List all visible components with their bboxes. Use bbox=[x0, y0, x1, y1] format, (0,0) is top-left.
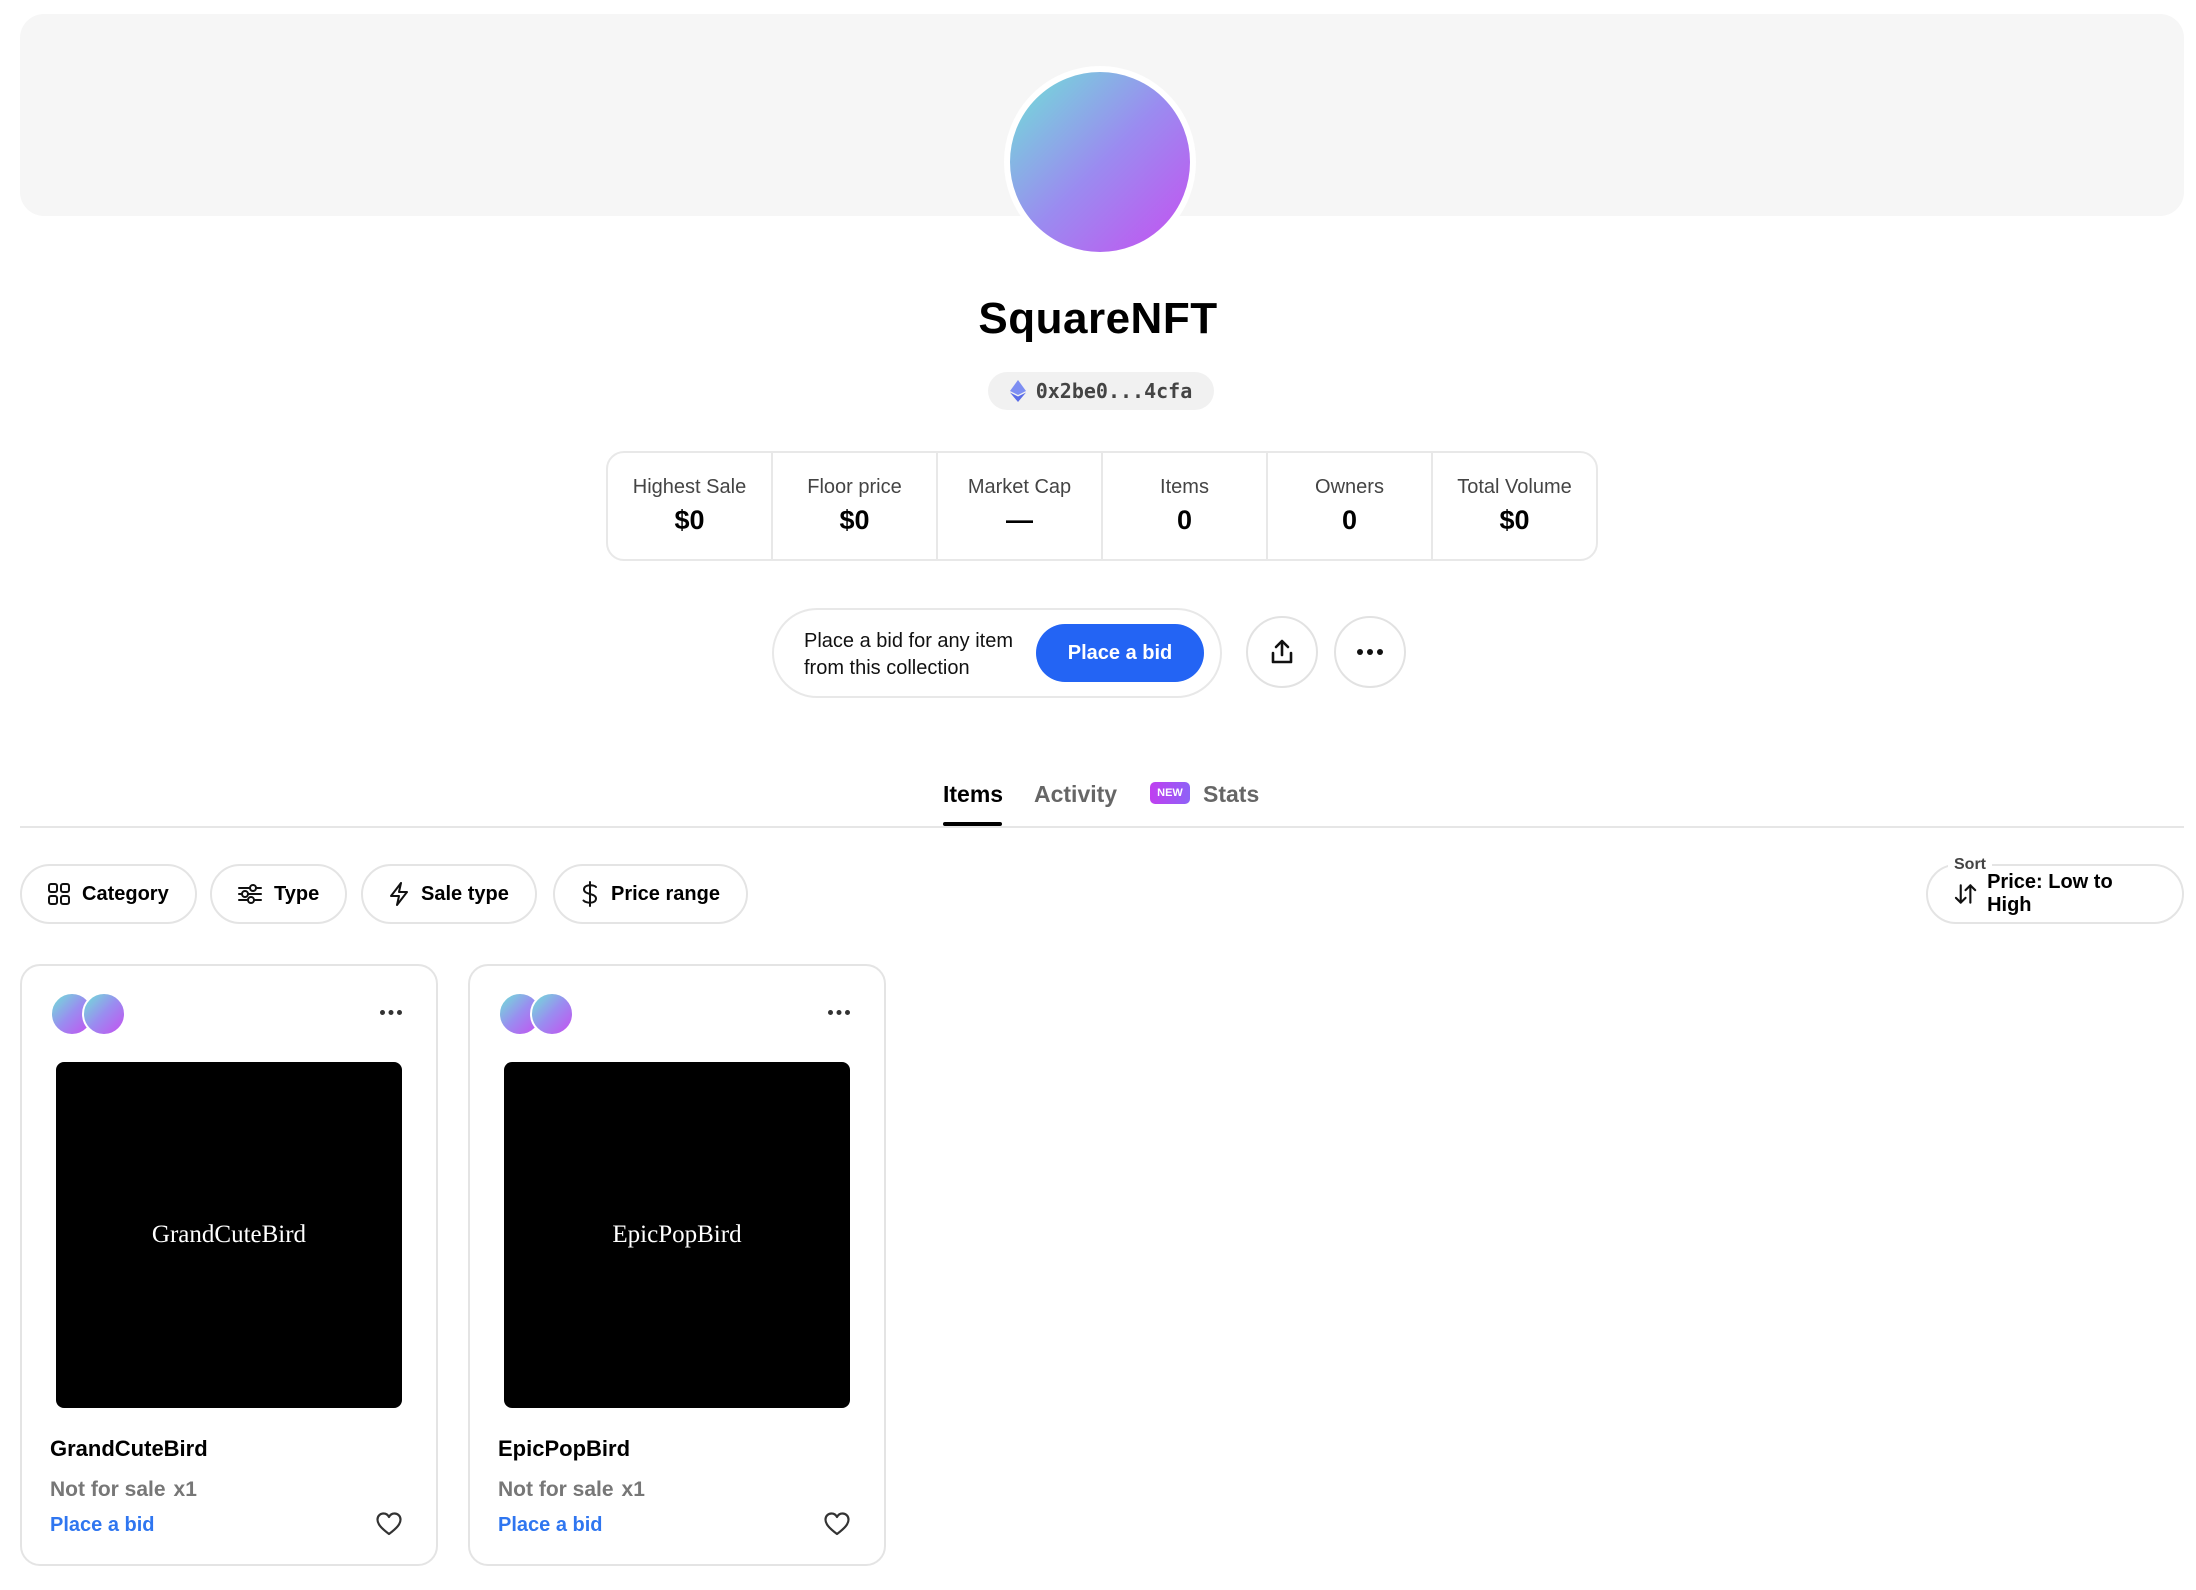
stat-value: $0 bbox=[674, 505, 705, 535]
contract-address: 0x2be0...4cfa bbox=[1035, 379, 1193, 403]
card-more-button[interactable] bbox=[380, 1002, 402, 1020]
place-bid-link[interactable]: Place a bid bbox=[50, 1514, 155, 1537]
tab-activity[interactable]: Activity bbox=[1034, 778, 1117, 826]
collection-bid-panel: Place a bid for any item from this colle… bbox=[772, 608, 1222, 698]
heart-icon bbox=[376, 1512, 402, 1536]
stat-label: Total Volume bbox=[1457, 476, 1572, 498]
stat-value: 0 bbox=[1341, 505, 1358, 535]
collection-title: SquareNFT bbox=[978, 294, 1218, 343]
stat-label: Items bbox=[1160, 476, 1209, 498]
lightning-icon bbox=[390, 882, 408, 906]
share-button[interactable] bbox=[1246, 616, 1318, 688]
nft-quantity: x1 bbox=[621, 1478, 645, 1501]
stat-value: 0 bbox=[1176, 505, 1193, 535]
avatar[interactable] bbox=[82, 992, 126, 1036]
nft-name: GrandCuteBird bbox=[50, 1436, 208, 1461]
nft-card[interactable]: GrandCuteBird GrandCuteBird Not for sale… bbox=[20, 964, 438, 1566]
nft-card[interactable]: EpicPopBird EpicPopBird Not for sale x1 P… bbox=[468, 964, 886, 1566]
more-options-button[interactable] bbox=[1334, 616, 1406, 688]
nft-name: EpicPopBird bbox=[498, 1436, 631, 1461]
stat-value: $0 bbox=[1499, 505, 1530, 535]
favorite-button[interactable] bbox=[824, 1512, 850, 1541]
place-bid-link[interactable]: Place a bid bbox=[498, 1514, 603, 1537]
favorite-button[interactable] bbox=[376, 1512, 402, 1541]
stat-owners: Owners 0 bbox=[1268, 453, 1433, 559]
tab-stats[interactable]: Stats bbox=[1203, 778, 1259, 826]
tabs-divider bbox=[20, 826, 2184, 828]
sort-label: Sort bbox=[1948, 856, 1992, 874]
grid-icon bbox=[48, 883, 70, 905]
type-filter-label: Type bbox=[274, 882, 320, 905]
bid-text-line1: Place a bid for any item bbox=[804, 630, 1013, 652]
collection-bid-text: Place a bid for any item from this colle… bbox=[804, 628, 1034, 682]
nft-quantity: x1 bbox=[173, 1478, 197, 1501]
bid-text-line2: from this collection bbox=[804, 657, 970, 679]
category-filter[interactable]: Category bbox=[20, 864, 197, 924]
sort-value: Price: Low to High bbox=[1987, 871, 2113, 916]
card-owner-avatars bbox=[498, 992, 578, 1036]
heart-icon bbox=[824, 1512, 850, 1536]
price-range-filter-label: Price range bbox=[611, 882, 720, 905]
collection-avatar bbox=[1004, 66, 1196, 258]
stat-items: Items 0 bbox=[1103, 453, 1268, 559]
more-horizontal-icon bbox=[828, 1010, 850, 1015]
card-more-button[interactable] bbox=[828, 1002, 850, 1020]
sale-type-filter[interactable]: Sale type bbox=[361, 864, 537, 924]
sale-status-text: Not for sale bbox=[50, 1478, 166, 1501]
nft-image[interactable]: GrandCuteBird bbox=[56, 1062, 402, 1408]
dollar-icon bbox=[582, 881, 598, 907]
type-filter[interactable]: Type bbox=[210, 864, 348, 924]
sort-arrows-icon bbox=[1954, 884, 1977, 904]
stat-value: — bbox=[1006, 505, 1033, 535]
stat-label: Highest Sale bbox=[632, 476, 747, 498]
stat-highest-sale: Highest Sale $0 bbox=[608, 453, 773, 559]
sliders-icon bbox=[238, 884, 262, 904]
more-horizontal-icon bbox=[380, 1010, 402, 1015]
stat-floor-price: Floor price $0 bbox=[773, 453, 938, 559]
card-owner-avatars bbox=[50, 992, 130, 1036]
nft-sale-status: Not for sale x1 bbox=[50, 1478, 197, 1502]
more-horizontal-icon bbox=[1357, 649, 1383, 655]
ethereum-icon bbox=[1009, 380, 1026, 402]
stat-label: Market Cap bbox=[967, 476, 1072, 498]
stat-value: $0 bbox=[839, 505, 870, 535]
sale-type-filter-label: Sale type bbox=[421, 882, 509, 905]
place-collection-bid-button[interactable]: Place a bid bbox=[1036, 624, 1204, 682]
stat-market-cap: Market Cap — bbox=[938, 453, 1103, 559]
share-icon bbox=[1271, 639, 1293, 664]
stat-total-volume: Total Volume $0 bbox=[1433, 453, 1596, 559]
stat-label: Floor price bbox=[807, 476, 902, 498]
stat-label: Owners bbox=[1315, 476, 1384, 498]
tab-items[interactable]: Items bbox=[943, 778, 1003, 826]
sale-status-text: Not for sale bbox=[498, 1478, 614, 1501]
new-badge: NEW bbox=[1150, 782, 1190, 804]
category-filter-label: Category bbox=[82, 882, 169, 905]
nft-sale-status: Not for sale x1 bbox=[498, 1478, 645, 1502]
nft-image[interactable]: EpicPopBird bbox=[504, 1062, 850, 1408]
collection-stats: Highest Sale $0 Floor price $0 Market Ca… bbox=[606, 451, 1598, 561]
price-range-filter[interactable]: Price range bbox=[553, 864, 748, 924]
avatar[interactable] bbox=[530, 992, 574, 1036]
contract-address-pill[interactable]: 0x2be0...4cfa bbox=[988, 372, 1214, 410]
collection-tabs: Items Activity NEW Stats bbox=[0, 778, 2196, 826]
